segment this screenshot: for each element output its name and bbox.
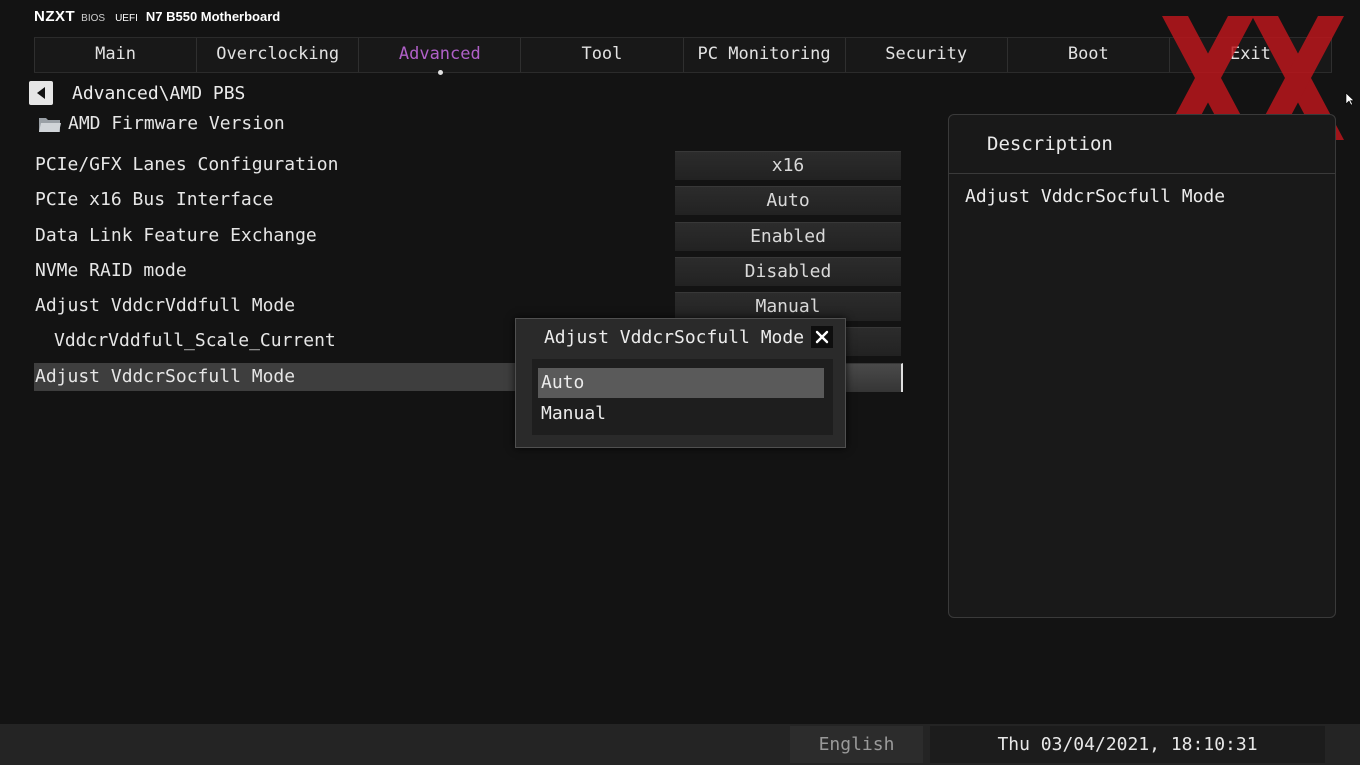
popup-close-button[interactable] [811,326,833,348]
setting-value[interactable]: Manual [675,292,901,321]
description-title: Description [949,115,1335,174]
setting-row-vddcrvddfull-mode[interactable]: Adjust VddcrVddfull Mode Manual [34,292,902,321]
tab-advanced[interactable]: Advanced [359,38,522,75]
back-button[interactable] [29,81,53,105]
language-selector[interactable]: English [790,726,923,763]
tab-overclocking[interactable]: Overclocking [197,38,360,72]
main-tab-bar: Main Overclocking Advanced Tool PC Monit… [34,37,1332,75]
uefi-label: UEFI [115,13,138,24]
bios-screen: NZXT BIOS UEFI N7 B550 Motherboard Main … [0,0,1360,765]
setting-label: PCIe x16 Bus Interface [35,189,274,210]
folder-item-amd-firmware[interactable]: AMD Firmware Version [38,113,285,134]
mouse-cursor-icon [1345,92,1355,106]
setting-row-pcie-gfx-lanes[interactable]: PCIe/GFX Lanes Configuration x16 [34,151,902,180]
tab-pc-monitoring[interactable]: PC Monitoring [683,38,846,72]
description-panel: Description Adjust VddcrSocfull Mode [948,114,1336,618]
tab-boot[interactable]: Boot [1007,38,1170,72]
setting-value[interactable]: Auto [675,186,901,215]
folder-icon [39,117,61,132]
bios-label: BIOS [81,13,106,24]
setting-label: Adjust VddcrVddfull Mode [35,295,296,316]
setting-row-pcie-x16-bus[interactable]: PCIe x16 Bus Interface Auto [34,186,902,215]
setting-label: VddcrVddfull_Scale_Current [54,330,336,351]
setting-value[interactable]: Disabled [675,257,901,286]
arrow-left-icon [37,87,45,99]
tab-security[interactable]: Security [845,38,1008,72]
breadcrumb: Advanced\AMD PBS [72,83,246,104]
close-icon [815,330,829,344]
footer-bar: English Thu 03/04/2021, 18:10:31 [0,724,1360,765]
folder-item-label: AMD Firmware Version [68,113,285,134]
setting-value[interactable]: x16 [675,151,901,180]
setting-label: Adjust VddcrSocfull Mode [35,366,296,387]
setting-row-data-link-feature[interactable]: Data Link Feature Exchange Enabled [34,222,902,251]
tab-main[interactable]: Main [34,38,198,72]
popup-title: Adjust VddcrSocfull Mode [543,327,805,348]
setting-value[interactable]: Enabled [675,222,901,251]
setting-label: NVMe RAID mode [35,260,187,281]
popup-option-auto[interactable]: Auto [538,368,824,398]
description-text: Adjust VddcrSocfull Mode [965,186,1226,207]
popup-option-manual[interactable]: Manual [538,399,824,429]
model-name: N7 B550 Motherboard [145,9,281,24]
setting-label: PCIe/GFX Lanes Configuration [35,154,339,175]
option-popup: Adjust VddcrSocfull Mode Auto Manual [515,318,846,448]
datetime-display: Thu 03/04/2021, 18:10:31 [930,726,1325,763]
brand-header: NZXT BIOS UEFI N7 B550 Motherboard [34,8,280,28]
tab-tool[interactable]: Tool [521,38,684,72]
popup-option-list: Auto Manual [532,359,833,435]
brand-logo: NZXT [34,8,76,25]
setting-label: Data Link Feature Exchange [35,225,317,246]
setting-row-nvme-raid[interactable]: NVMe RAID mode Disabled [34,257,902,286]
